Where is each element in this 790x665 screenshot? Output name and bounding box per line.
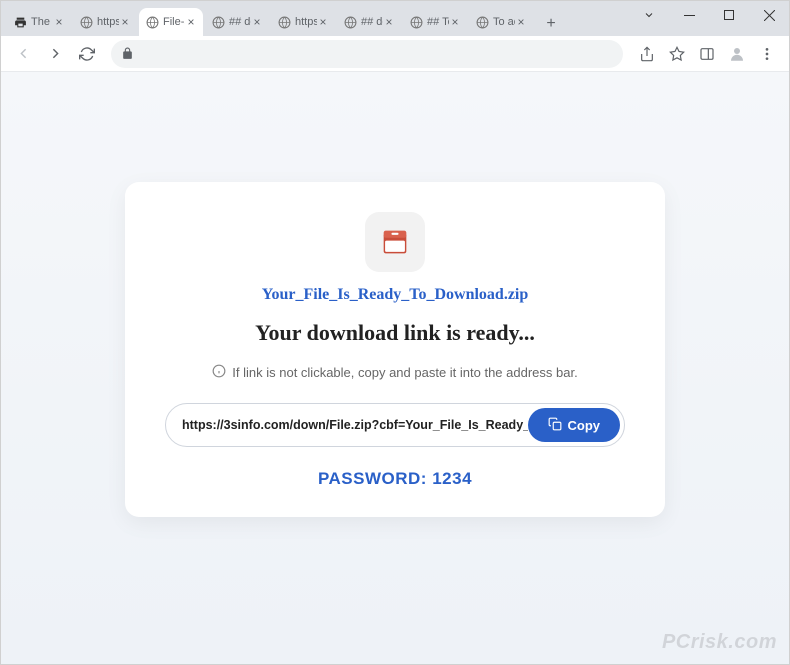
tab-3[interactable]: ## do × [205,8,269,36]
maximize-button[interactable] [709,1,749,29]
close-icon[interactable]: × [119,16,131,28]
globe-icon [343,15,357,29]
info-text: If link is not clickable, copy and paste… [232,365,577,380]
close-icon[interactable]: × [383,16,395,28]
close-icon[interactable]: × [449,16,461,28]
close-icon[interactable]: × [317,16,329,28]
side-panel-icon[interactable] [693,40,721,68]
tab-1[interactable]: https: × [73,8,137,36]
download-card: Your_File_Is_Ready_To_Download.zip Your … [125,182,665,517]
profile-icon[interactable] [723,40,751,68]
chevron-down-icon[interactable] [629,1,669,29]
window-controls [629,1,789,29]
copy-label: Copy [568,418,601,433]
globe-icon [79,15,93,29]
close-icon[interactable]: × [251,16,263,28]
tab-title: File-S [163,16,185,28]
globe-icon [211,15,225,29]
close-window-button[interactable] [749,1,789,29]
file-drawer-icon [365,212,425,272]
tab-title: https: [97,16,119,28]
printer-icon [13,15,27,29]
minimize-button[interactable] [669,1,709,29]
browser-window: The P × https: × File-S × ## do × [0,0,790,665]
download-url[interactable]: https://3sinfo.com/down/File.zip?cbf=You… [182,418,528,432]
tab-4[interactable]: https: × [271,8,335,36]
filename-text: Your_File_Is_Ready_To_Download.zip [165,286,625,304]
globe-icon [145,15,159,29]
close-icon[interactable]: × [185,16,197,28]
lock-icon [121,47,135,61]
new-tab-button[interactable]: + [539,12,563,36]
close-icon[interactable]: × [515,16,527,28]
globe-icon [475,15,489,29]
bookmark-icon[interactable] [663,40,691,68]
tab-7[interactable]: To ac × [469,8,533,36]
tab-strip: The P × https: × File-S × ## do × [1,1,789,36]
download-headline: Your download link is ready... [165,320,625,346]
tab-title: The P [31,16,53,28]
reload-button[interactable] [73,40,101,68]
tab-title: ## do [361,16,383,28]
menu-icon[interactable] [753,40,781,68]
tab-5[interactable]: ## do × [337,8,401,36]
back-button[interactable] [9,40,37,68]
close-icon[interactable]: × [53,16,65,28]
password-row: PASSWORD: 1234 [165,469,625,489]
share-icon[interactable] [633,40,661,68]
globe-icon [409,15,423,29]
tab-6[interactable]: ## To × [403,8,467,36]
copy-icon [548,417,562,434]
copy-button[interactable]: Copy [528,408,621,442]
watermark: PCrisk.com [662,631,777,654]
page-content: Your_File_Is_Ready_To_Download.zip Your … [1,72,789,664]
tab-title: ## To [427,16,449,28]
tab-title: ## do [229,16,251,28]
tab-title: https: [295,16,317,28]
info-icon [212,364,226,381]
globe-icon [277,15,291,29]
tab-2-active[interactable]: File-S × [139,8,203,36]
address-bar[interactable] [111,40,623,68]
info-row: If link is not clickable, copy and paste… [165,364,625,381]
password-label: PASSWORD: [318,469,427,488]
tab-title: To ac [493,16,515,28]
password-value: 1234 [432,469,472,488]
browser-toolbar [1,36,789,72]
download-link-row: https://3sinfo.com/down/File.zip?cbf=You… [165,403,625,447]
forward-button[interactable] [41,40,69,68]
tab-0[interactable]: The P × [7,8,71,36]
